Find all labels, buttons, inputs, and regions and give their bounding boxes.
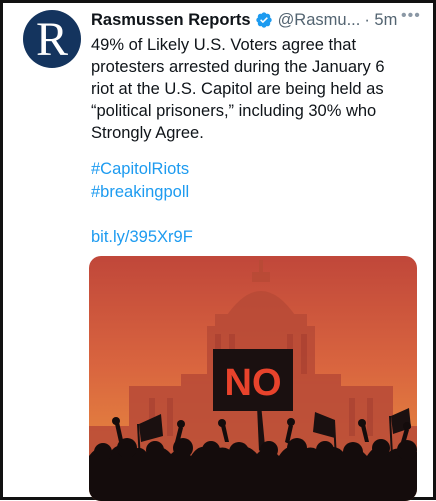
shortened-url-link[interactable]: bit.ly/395Xr9F bbox=[91, 226, 193, 248]
protest-crowd-image[interactable]: NO bbox=[89, 256, 417, 501]
tweet-text: 49% of Likely U.S. Voters agree that pro… bbox=[91, 36, 385, 142]
hashtag-link[interactable]: #CapitolRiots bbox=[91, 158, 189, 180]
tweet-card[interactable]: R Rasmussen Reports @Rasmu... · 5m ••• 4… bbox=[0, 0, 436, 501]
tweet-header: Rasmussen Reports @Rasmu... · 5m bbox=[91, 9, 421, 31]
avatar[interactable]: R bbox=[23, 10, 81, 68]
verified-badge-icon bbox=[255, 11, 273, 29]
author-handle[interactable]: @Rasmu... bbox=[278, 11, 361, 30]
author-name[interactable]: Rasmussen Reports bbox=[91, 11, 251, 30]
hashtag-link[interactable]: #breakingpoll bbox=[91, 181, 189, 203]
timestamp[interactable]: · 5m bbox=[364, 11, 397, 30]
avatar-letter: R bbox=[35, 13, 68, 66]
sign-text: NO bbox=[225, 362, 282, 404]
more-dots-icon[interactable]: ••• bbox=[401, 7, 421, 25]
